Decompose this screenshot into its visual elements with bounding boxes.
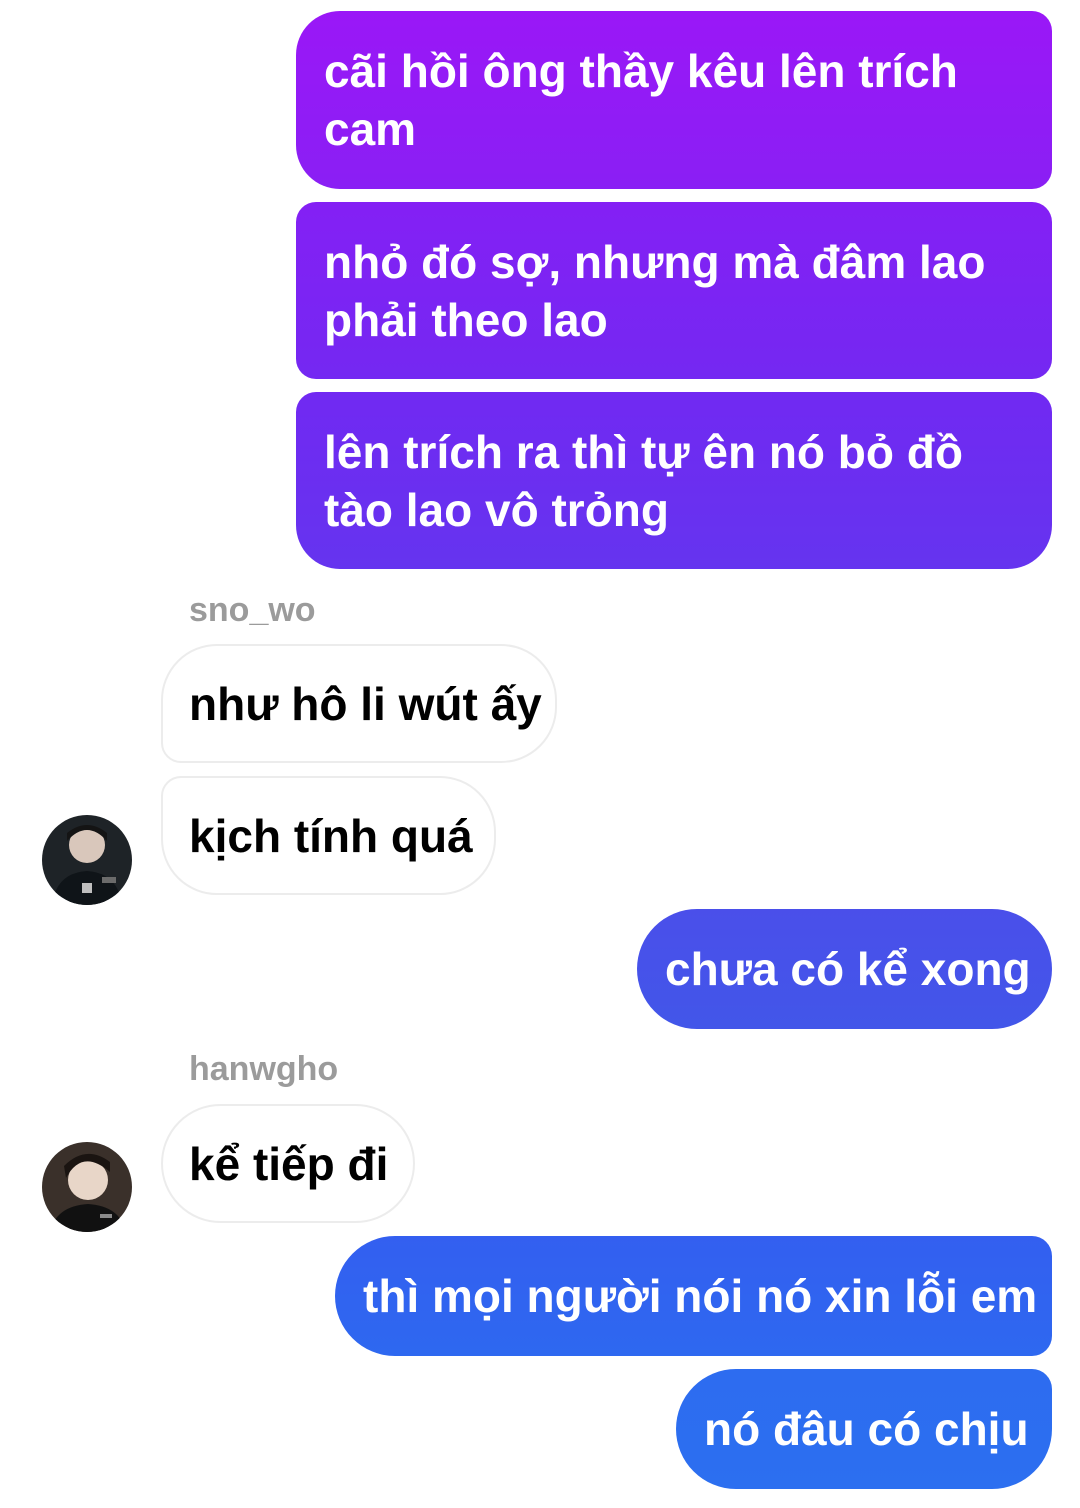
outgoing-message-bubble[interactable]: nhỏ đó sợ, nhưng mà đâm lao phải theo la…	[296, 202, 1052, 379]
message-text: chưa có kể xong	[665, 943, 1031, 995]
message-text: thì mọi người nói nó xin lỗi em	[363, 1270, 1038, 1322]
avatar-hanwgho-icon[interactable]	[42, 1142, 132, 1232]
outgoing-message-bubble[interactable]: cãi hồi ông thầy kêu lên trích cam	[296, 11, 1052, 189]
outgoing-message-bubble[interactable]: nó đâu có chịu	[676, 1369, 1052, 1489]
incoming-message-bubble[interactable]: kể tiếp đi	[161, 1104, 415, 1223]
message-text: kịch tính quá	[189, 809, 473, 862]
message-text: nó đâu có chịu	[704, 1403, 1029, 1455]
message-text: cãi hồi ông thầy kêu lên trích cam	[324, 45, 958, 155]
message-text: kể tiếp đi	[189, 1137, 389, 1190]
outgoing-message-bubble[interactable]: thì mọi người nói nó xin lỗi em	[335, 1236, 1052, 1356]
message-text: như hô li wút ấy	[189, 677, 542, 730]
sender-name: hanwgho	[189, 1050, 339, 1088]
incoming-message-bubble[interactable]: như hô li wút ấy	[161, 644, 557, 763]
outgoing-message-bubble[interactable]: lên trích ra thì tự ên nó bỏ đồ tào lao …	[296, 392, 1052, 569]
outgoing-message-bubble[interactable]: chưa có kể xong	[637, 909, 1052, 1029]
sender-name: sno_wo	[189, 591, 316, 629]
incoming-message-bubble[interactable]: kịch tính quá	[161, 776, 496, 895]
avatar-sno-wo-icon[interactable]	[42, 815, 132, 905]
message-text: nhỏ đó sợ, nhưng mà đâm lao phải theo la…	[324, 235, 986, 346]
message-text: lên trích ra thì tự ên nó bỏ đồ tào lao …	[324, 425, 963, 536]
